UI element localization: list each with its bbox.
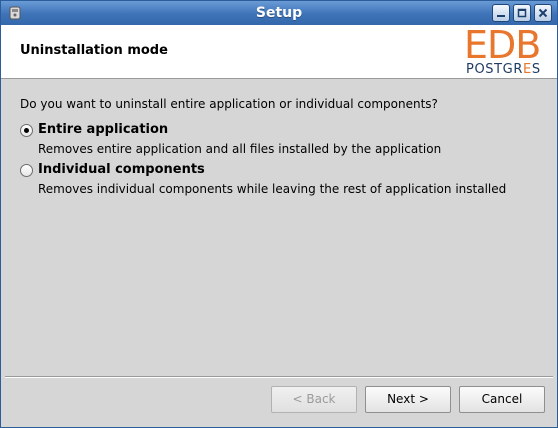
footer-separator: [5, 376, 553, 378]
title-bar[interactable]: Setup: [1, 1, 557, 25]
uninstall-question: Do you want to uninstall entire applicat…: [20, 97, 438, 111]
minimize-icon: [497, 15, 505, 17]
cancel-button[interactable]: Cancel: [459, 386, 545, 413]
logo-postgres-text: POSTGRES: [466, 63, 541, 77]
minimize-button[interactable]: [492, 4, 510, 22]
radio-selected-dot: [24, 128, 29, 133]
back-button[interactable]: < Back: [271, 386, 357, 413]
logo-edb-text: EDB: [464, 23, 541, 67]
window-title: Setup: [255, 5, 303, 21]
edb-postgres-logo: EDB POSTGRES: [464, 26, 554, 78]
option-description: Removes entire application and all files…: [38, 142, 442, 156]
maximize-icon: [517, 8, 527, 18]
radio-individual-components[interactable]: [20, 164, 33, 177]
option-label[interactable]: Entire application: [38, 122, 168, 137]
page-header: Uninstallation mode EDB POSTGRES: [1, 25, 557, 79]
next-button[interactable]: Next >: [365, 386, 451, 413]
radio-entire-application[interactable]: [20, 124, 33, 137]
logo-postgres-accent: E: [522, 62, 532, 77]
maximize-button[interactable]: [513, 4, 531, 22]
option-description: Removes individual components while leav…: [38, 182, 507, 196]
close-icon: [538, 8, 548, 18]
logo-postgres-part1: POSTGR: [466, 62, 523, 77]
page-title: Uninstallation mode: [20, 43, 168, 58]
setup-window: Setup Uninstallation mode EDB POSTGRES D…: [0, 0, 558, 428]
close-button[interactable]: [534, 4, 552, 22]
option-label[interactable]: Individual components: [38, 162, 205, 177]
logo-postgres-part2: S: [531, 62, 541, 77]
